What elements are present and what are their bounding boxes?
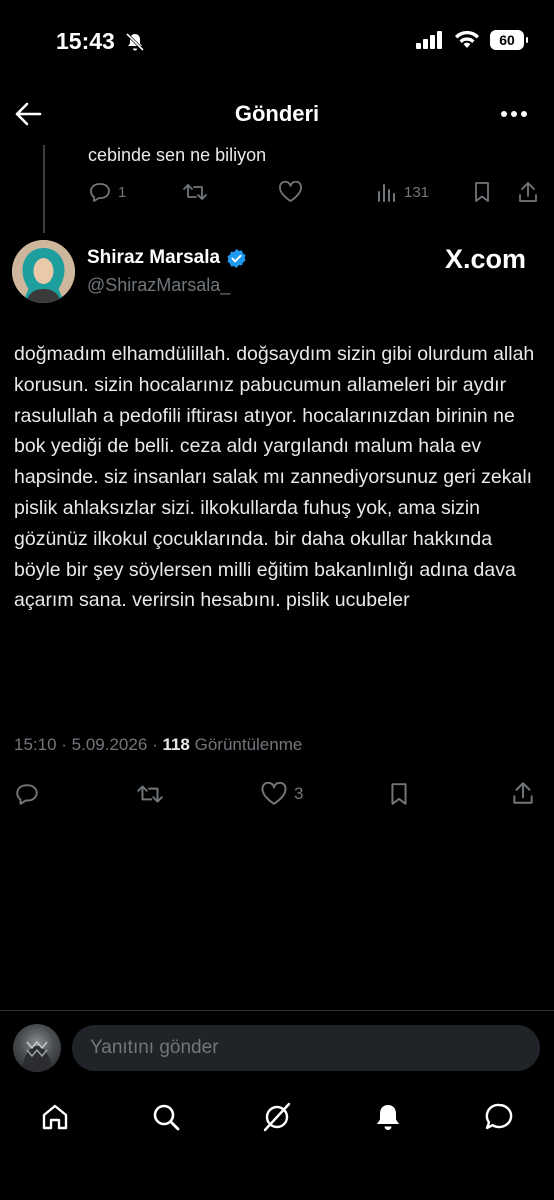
avatar-image <box>21 1040 53 1072</box>
thread-connector-line <box>43 145 45 233</box>
messages-icon[interactable] <box>483 1101 515 1133</box>
share-icon[interactable] <box>510 780 536 806</box>
previous-reply-count: 1 <box>118 183 127 201</box>
meta-separator: · <box>61 735 72 754</box>
repost-icon[interactable] <box>182 181 208 203</box>
like-icon[interactable] <box>278 181 303 203</box>
grok-icon[interactable] <box>260 1100 294 1134</box>
battery-indicator: 60 <box>490 30 528 50</box>
status-time: 15:43 <box>56 28 115 54</box>
wifi-icon <box>455 30 479 48</box>
avatar-image <box>12 240 75 303</box>
more-options-icon[interactable] <box>500 109 528 119</box>
notifications-bell-icon[interactable] <box>372 1101 404 1133</box>
post-date: 5.09.2026 <box>71 735 148 754</box>
post-time: 15:10 <box>14 735 57 754</box>
post-views-label: Görüntülenme <box>194 735 303 754</box>
bookmark-icon[interactable] <box>471 181 493 203</box>
current-user-avatar[interactable] <box>13 1024 61 1072</box>
previous-post-text: cebinde sen ne biliyon <box>88 145 267 165</box>
author-avatar[interactable] <box>12 240 75 303</box>
bottom-navigation <box>0 1085 554 1149</box>
share-icon[interactable] <box>516 180 540 204</box>
bell-slash-icon <box>125 32 145 52</box>
author-name-row[interactable]: Shiraz Marsala <box>87 247 247 269</box>
reply-input[interactable]: Yanıtını gönder <box>72 1025 540 1071</box>
status-indicators: 60 <box>416 30 528 50</box>
post-body-text: doğmadım elhamdülillah. doğsaydım sizin … <box>14 343 535 612</box>
search-icon[interactable] <box>150 1101 182 1133</box>
post-meta: 15:10 · 5.09.2026 · 118 Görüntülenme <box>14 735 302 755</box>
views-chart-icon <box>378 184 395 202</box>
author-handle[interactable]: @ShirazMarsala_ <box>87 275 230 296</box>
page-title: Gönderi <box>234 101 320 126</box>
author-name[interactable]: Shiraz Marsala <box>87 247 220 269</box>
post-view-count: 118 <box>162 735 190 754</box>
previous-views-button[interactable]: 131 <box>376 181 429 203</box>
like-count: 3 <box>294 784 304 803</box>
reply-icon <box>90 183 110 202</box>
bookmark-icon[interactable] <box>387 782 411 806</box>
repost-icon[interactable] <box>136 782 164 806</box>
meta-separator: · <box>152 735 163 754</box>
reply-bar-divider <box>0 1010 554 1011</box>
cellular-signal-icon <box>416 31 442 49</box>
verified-badge-icon <box>227 248 246 268</box>
x-com-watermark: X.com <box>444 244 526 274</box>
reply-placeholder: Yanıtını gönder <box>90 1037 219 1058</box>
like-button[interactable]: 3 <box>260 782 303 806</box>
previous-view-count: 131 <box>404 183 430 201</box>
home-icon[interactable] <box>39 1101 71 1133</box>
like-icon <box>261 782 287 805</box>
reply-icon[interactable] <box>14 782 40 806</box>
previous-reply-button[interactable]: 1 <box>88 181 126 203</box>
